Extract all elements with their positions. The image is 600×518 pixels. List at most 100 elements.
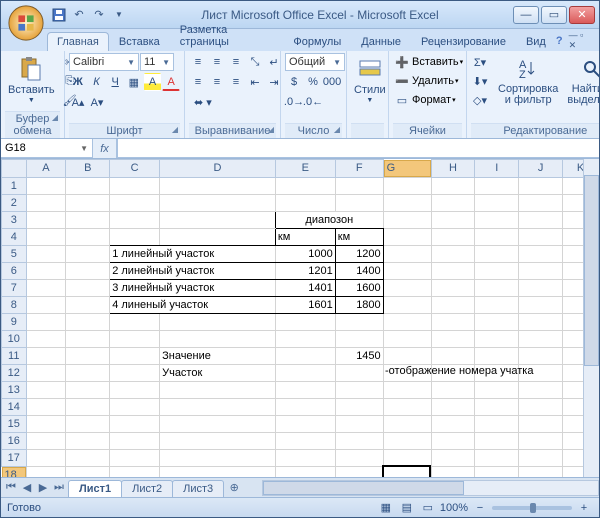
minimize-button[interactable]: — bbox=[513, 6, 539, 24]
tab-layout[interactable]: Разметка страницы bbox=[170, 20, 284, 51]
paste-button[interactable]: Вставить ▼ bbox=[5, 53, 58, 106]
row-header-6[interactable]: 6 bbox=[2, 262, 27, 279]
sheet-tab-2[interactable]: Лист2 bbox=[121, 480, 173, 497]
align-top-icon[interactable]: ≡ bbox=[189, 53, 207, 71]
cell-H18[interactable] bbox=[431, 466, 475, 477]
currency-icon[interactable]: $ bbox=[285, 73, 303, 91]
vertical-scrollbar[interactable] bbox=[583, 159, 599, 477]
cell-J18[interactable] bbox=[519, 466, 563, 477]
col-header-B[interactable]: B bbox=[66, 160, 110, 178]
cell-C11[interactable] bbox=[110, 347, 160, 364]
cell-F5[interactable]: 1200 bbox=[335, 245, 383, 262]
cell-E17[interactable] bbox=[275, 449, 335, 466]
cell-C4[interactable] bbox=[110, 228, 160, 245]
undo-icon[interactable]: ↶ bbox=[71, 7, 87, 23]
cell-E4[interactable]: км bbox=[275, 228, 335, 245]
cell-D13[interactable] bbox=[160, 381, 276, 398]
row-header-11[interactable]: 11 bbox=[2, 347, 27, 364]
align-center-icon[interactable]: ≡ bbox=[208, 73, 226, 91]
cell-I17[interactable] bbox=[475, 449, 519, 466]
indent-dec-icon[interactable]: ⇤ bbox=[246, 73, 264, 91]
cell-D18[interactable] bbox=[160, 466, 276, 477]
cell-C16[interactable] bbox=[110, 432, 160, 449]
tab-view[interactable]: Вид bbox=[516, 32, 556, 51]
cell-J16[interactable] bbox=[519, 432, 563, 449]
cell-F16[interactable] bbox=[335, 432, 383, 449]
cell-B17[interactable] bbox=[66, 449, 110, 466]
cell-G14[interactable] bbox=[383, 398, 431, 415]
minimize-ribbon-icon[interactable]: — ▫ ✕ bbox=[569, 30, 591, 51]
cell-H17[interactable] bbox=[431, 449, 475, 466]
cell-B16[interactable] bbox=[66, 432, 110, 449]
cell-J2[interactable] bbox=[519, 194, 563, 211]
cell-E12[interactable] bbox=[275, 364, 335, 381]
cell-B11[interactable] bbox=[66, 347, 110, 364]
last-sheet-icon[interactable]: ⏭ bbox=[51, 480, 67, 496]
cell-I10[interactable] bbox=[475, 330, 519, 347]
zoom-level[interactable]: 100% bbox=[440, 502, 468, 514]
cell-G10[interactable] bbox=[383, 330, 431, 347]
office-button[interactable] bbox=[7, 4, 45, 42]
cell-J10[interactable] bbox=[519, 330, 563, 347]
zoom-out-icon[interactable]: − bbox=[471, 499, 489, 517]
cell-A1[interactable] bbox=[26, 177, 66, 194]
cell-G5[interactable] bbox=[383, 245, 431, 262]
launcher-icon[interactable]: ◢ bbox=[172, 125, 178, 134]
cell-J4[interactable] bbox=[519, 228, 563, 245]
cell-H12[interactable] bbox=[431, 364, 475, 381]
cell-H2[interactable] bbox=[431, 194, 475, 211]
percent-icon[interactable]: % bbox=[304, 73, 322, 91]
horizontal-scrollbar[interactable] bbox=[262, 480, 599, 496]
align-right-icon[interactable]: ≡ bbox=[227, 73, 245, 91]
launcher-icon[interactable]: ◢ bbox=[268, 125, 274, 134]
cell-H14[interactable] bbox=[431, 398, 475, 415]
row-header-7[interactable]: 7 bbox=[2, 279, 27, 296]
cell-B9[interactable] bbox=[66, 313, 110, 330]
redo-icon[interactable]: ↷ bbox=[91, 7, 107, 23]
font-size-select[interactable]: 11▼ bbox=[140, 53, 174, 71]
cell-J1[interactable] bbox=[519, 177, 563, 194]
cell-J14[interactable] bbox=[519, 398, 563, 415]
cell-G18[interactable] bbox=[383, 466, 431, 477]
col-header-C[interactable]: C bbox=[110, 160, 160, 178]
cell-E2[interactable] bbox=[275, 194, 335, 211]
cell-J15[interactable] bbox=[519, 415, 563, 432]
cell-H6[interactable] bbox=[431, 262, 475, 279]
row-header-15[interactable]: 15 bbox=[2, 415, 27, 432]
cell-H8[interactable] bbox=[431, 296, 475, 313]
sheet-tab-3[interactable]: Лист3 bbox=[172, 480, 224, 497]
cell-H15[interactable] bbox=[431, 415, 475, 432]
tab-review[interactable]: Рецензирование bbox=[411, 32, 516, 51]
cell-A8[interactable] bbox=[26, 296, 66, 313]
cell-I15[interactable] bbox=[475, 415, 519, 432]
row-header-17[interactable]: 17 bbox=[2, 449, 27, 466]
align-left-icon[interactable]: ≡ bbox=[189, 73, 207, 91]
zoom-slider[interactable] bbox=[492, 506, 572, 510]
cell-D11[interactable]: Значение bbox=[160, 347, 276, 364]
cell-A2[interactable] bbox=[26, 194, 66, 211]
save-icon[interactable] bbox=[51, 7, 67, 23]
col-header-A[interactable]: A bbox=[26, 160, 66, 178]
cell-I1[interactable] bbox=[475, 177, 519, 194]
cell-I18[interactable] bbox=[475, 466, 519, 477]
cell-D9[interactable] bbox=[160, 313, 276, 330]
grow-font-icon[interactable]: A▴ bbox=[69, 93, 87, 111]
cell-G1[interactable] bbox=[383, 177, 431, 194]
cell-J12[interactable] bbox=[519, 364, 563, 381]
cell-A5[interactable] bbox=[26, 245, 66, 262]
cell-D16[interactable] bbox=[160, 432, 276, 449]
help-icon[interactable]: ? bbox=[556, 35, 563, 47]
clear-icon[interactable]: ◇▾ bbox=[471, 91, 489, 109]
cell-J17[interactable] bbox=[519, 449, 563, 466]
cell-A12[interactable] bbox=[26, 364, 66, 381]
cell-B10[interactable] bbox=[66, 330, 110, 347]
cell-J6[interactable] bbox=[519, 262, 563, 279]
cell-B18[interactable] bbox=[66, 466, 110, 477]
cell-A10[interactable] bbox=[26, 330, 66, 347]
cell-G3[interactable] bbox=[383, 211, 431, 228]
shrink-font-icon[interactable]: A▾ bbox=[88, 93, 106, 111]
cell-D2[interactable] bbox=[160, 194, 276, 211]
row-header-10[interactable]: 10 bbox=[2, 330, 27, 347]
tab-data[interactable]: Данные bbox=[351, 32, 411, 51]
cell-G17[interactable] bbox=[383, 449, 431, 466]
